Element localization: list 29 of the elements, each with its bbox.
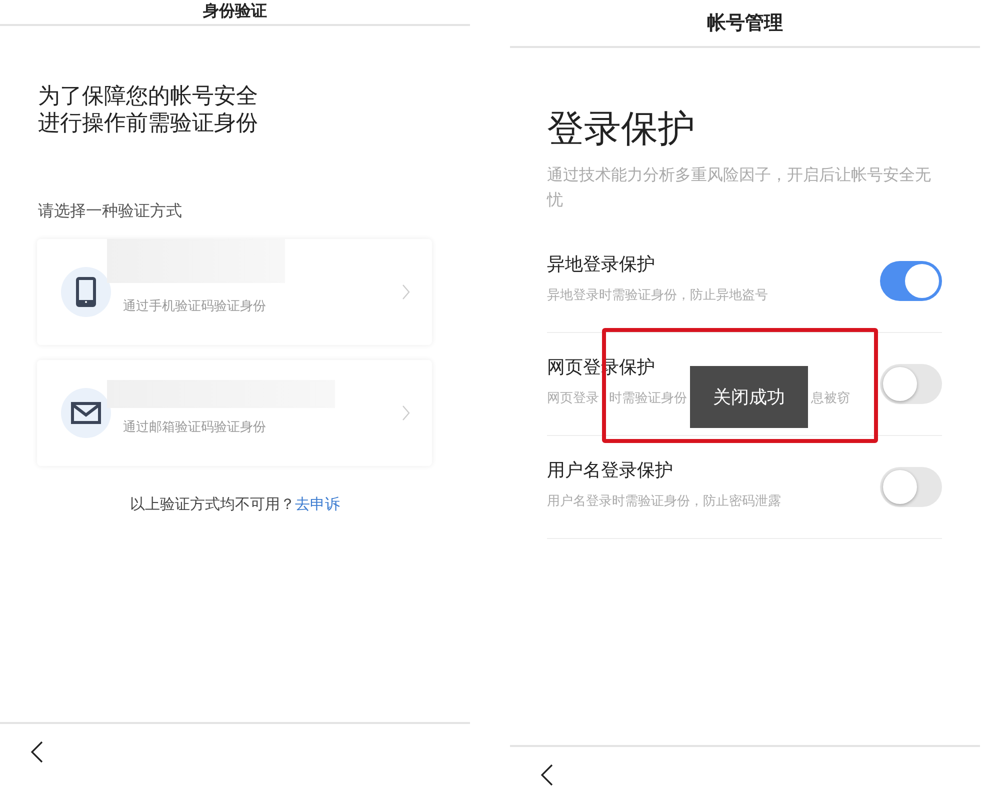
toggle-switch[interactable] (880, 364, 942, 404)
option-description: 通过手机验证码验证身份 (123, 298, 267, 316)
page-title: 登录保护 (547, 106, 696, 152)
screen-title: 身份验证 (0, 0, 470, 26)
setting-description: 用户名登录时需验证身份，防止密码泄露 (547, 492, 781, 511)
toast-message: 关闭成功 (690, 366, 808, 428)
phone-icon (76, 277, 96, 307)
back-icon[interactable] (30, 740, 44, 764)
chevron-icon (402, 284, 410, 300)
envelope-icon (71, 402, 101, 424)
setting-label: 用户名登录保护 (547, 458, 674, 483)
chevron-icon (402, 405, 410, 421)
back-icon[interactable] (540, 763, 554, 787)
appeal-link[interactable]: 去申诉 (295, 495, 340, 513)
headline: 为了保障您的帐号安全 进行操作前需验证身份 (38, 83, 259, 137)
setting-description: 异地登录时需验证身份，防止异地盗号 (547, 286, 768, 305)
appeal-prompt: 以上验证方式均不可用？ (130, 495, 295, 513)
verification-option[interactable]: 通过手机验证码验证身份 (37, 239, 432, 345)
option-description: 通过邮箱验证码验证身份 (123, 419, 267, 438)
setting-description: 网页登录 (547, 390, 599, 408)
setting-label: 异地登录保护 (547, 252, 656, 277)
setting-description: 时需验证身份 (609, 390, 687, 408)
toggle-switch[interactable] (880, 467, 942, 507)
page-description: 通过技术能力分析多重风险因子，开启后让帐号安全无忧 (547, 164, 932, 211)
screen-title: 帐号管理 (510, 0, 980, 48)
setting-description: 息被窃 (811, 390, 850, 408)
toggle-switch[interactable] (880, 261, 942, 301)
prompt-text: 请选择一种验证方式 (38, 200, 183, 222)
verification-option[interactable]: 通过邮箱验证码验证身份 (37, 360, 432, 466)
